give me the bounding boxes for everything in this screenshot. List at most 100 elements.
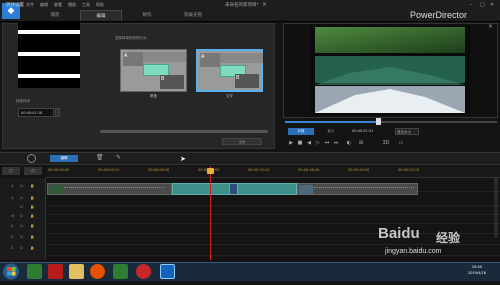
checkbox-icon[interactable]: ☑	[20, 196, 23, 200]
powerdirector-taskbar-icon[interactable]	[160, 264, 175, 279]
record-icon[interactable]	[136, 264, 151, 279]
track-label: 3.	[11, 246, 15, 250]
fullscreen-icon[interactable]: ▭	[398, 140, 404, 146]
lock-icon[interactable]: 🔒	[30, 235, 34, 239]
menu-play[interactable]: 播放	[68, 2, 76, 8]
transition-icon[interactable]	[229, 183, 238, 195]
folder-icon[interactable]	[69, 264, 84, 279]
track-lane[interactable]	[46, 224, 500, 234]
clock-date: 2019/4/16	[468, 271, 486, 275]
preview-scrub-handle[interactable]	[376, 118, 382, 125]
edit-button[interactable]: 编辑	[50, 155, 78, 162]
checkbox-icon[interactable]: ☑	[20, 184, 23, 188]
maximize-button[interactable]: □	[480, 2, 485, 8]
track-label: fx	[11, 214, 15, 218]
volume-icon[interactable]: ◐	[346, 140, 352, 146]
close-icon[interactable]: ×	[262, 1, 267, 8]
close-window-button[interactable]: ✕	[490, 2, 494, 8]
checkbox-icon[interactable]: ☑	[20, 205, 23, 209]
checkbox-icon[interactable]: ☑	[20, 224, 23, 228]
lock-icon[interactable]: 🔒	[30, 196, 34, 200]
menu-help[interactable]: 帮助	[96, 2, 104, 8]
timeline-vertical-scrollbar[interactable]	[494, 178, 498, 238]
duration-spinner[interactable]	[55, 108, 60, 117]
clip-thumbnail	[299, 185, 313, 194]
prev-frame-icon[interactable]: ◀	[306, 140, 312, 146]
skip-forward-icon[interactable]: ⏭	[333, 140, 339, 146]
snapshot-icon[interactable]: ⊞	[358, 140, 364, 146]
tools-icon[interactable]: ✎	[116, 154, 121, 161]
tab-produce[interactable]: 制作	[126, 10, 168, 21]
start-button-icon[interactable]	[1, 262, 21, 281]
video-clip-1[interactable]	[47, 183, 172, 195]
thumb-line	[18, 74, 80, 78]
zoom-select[interactable]: 适合大小	[395, 128, 419, 135]
app-icon-green[interactable]	[27, 264, 42, 279]
duration-input[interactable]: 00:00:01:18	[18, 108, 54, 117]
storyboard-view-button[interactable]: □	[2, 167, 20, 175]
movie-mode-tab[interactable]: 影片	[318, 128, 344, 135]
track-label: 2.	[11, 224, 15, 228]
3d-toggle[interactable]: 3D	[380, 140, 392, 146]
lock-icon[interactable]: 🔒	[30, 205, 34, 209]
menu-file[interactable]: 文件	[26, 2, 34, 8]
ruler-tick: 00:00:13:10	[248, 168, 270, 172]
app-icon-red[interactable]	[48, 264, 63, 279]
ruler-tick: 00:00:06:20	[148, 168, 170, 172]
track-header-video-2[interactable]: 2. ☑ 🔒	[0, 224, 46, 234]
duration-label: 持续时间	[16, 99, 30, 103]
option-caption: 覆盖	[150, 94, 157, 98]
clip-thumbnail	[49, 185, 63, 194]
video-clip-2[interactable]	[297, 183, 418, 195]
mode-tabs: 捕获 编辑 制作 刻录光盘	[34, 10, 214, 21]
track-label: 2.	[11, 235, 15, 239]
menu-tools[interactable]: 工具	[82, 2, 90, 8]
options-label: 选择转场的转场行为	[115, 36, 147, 40]
transition-option-cross[interactable]: A B	[196, 49, 263, 92]
system-clock[interactable]: 19:40 2019/4/16	[468, 264, 486, 276]
firefox-icon[interactable]	[90, 264, 105, 279]
menu-edit[interactable]: 编辑	[40, 2, 48, 8]
option-graphic	[220, 53, 263, 63]
panel-scrollbar[interactable]	[100, 130, 268, 133]
preview-timecode: 00:00:01:01	[352, 129, 374, 133]
option-graphic	[143, 52, 186, 62]
lock-icon[interactable]: 🔒	[30, 214, 34, 218]
watermark-brand: Baidu	[378, 225, 420, 242]
clip-b-label: B	[160, 75, 184, 89]
track-header-audio-2[interactable]: 2. ☑ 🔒	[0, 235, 46, 245]
play-icon[interactable]: ▶	[288, 140, 294, 146]
checkbox-icon[interactable]: ☑	[20, 214, 23, 218]
playhead-handle[interactable]	[207, 168, 214, 174]
tab-disc[interactable]: 刻录光盘	[172, 10, 214, 21]
clip-mode-tab[interactable]: 片段	[288, 128, 314, 135]
lock-icon[interactable]: 🔒	[30, 184, 34, 188]
next-frame-icon[interactable]: ▷	[315, 140, 321, 146]
track-header-video-1[interactable]: 1. ☑ 🔒	[0, 184, 46, 194]
playhead[interactable]	[210, 166, 211, 260]
delete-icon[interactable]: 🗑	[96, 154, 104, 161]
skip-back-icon[interactable]: ⏮	[324, 140, 330, 146]
clip-a-label: A	[200, 53, 220, 67]
menu-view[interactable]: 查看	[54, 2, 62, 8]
clip-name-line	[314, 187, 414, 188]
timeline-view-button[interactable]: ◫	[24, 167, 42, 175]
apply-button[interactable]: 应用	[222, 138, 262, 145]
tab-edit[interactable]: 编辑	[80, 10, 122, 21]
checkbox-icon[interactable]: ☑	[20, 246, 23, 250]
track-header-video-3[interactable]: 3. ☑ 🔒	[0, 246, 46, 256]
stop-icon[interactable]: ■	[297, 140, 303, 146]
lock-icon[interactable]: 🔒	[30, 246, 34, 250]
lock-icon[interactable]: 🔒	[30, 224, 34, 228]
transition-option-overlap[interactable]: A B	[120, 49, 187, 92]
minimize-button[interactable]: –	[470, 2, 473, 8]
checkbox-icon[interactable]: ☑	[20, 235, 23, 239]
brand-name: PowerDirector	[410, 10, 468, 20]
tab-capture[interactable]: 捕获	[34, 10, 76, 21]
track-header-fx[interactable]: fx ☑ 🔒	[0, 214, 46, 224]
timeline-mode-icon[interactable]	[27, 154, 36, 163]
track-lane[interactable]	[46, 235, 500, 245]
close-icon[interactable]: ×	[488, 23, 493, 30]
player-icon[interactable]	[113, 264, 128, 279]
track-lane[interactable]	[46, 214, 500, 224]
